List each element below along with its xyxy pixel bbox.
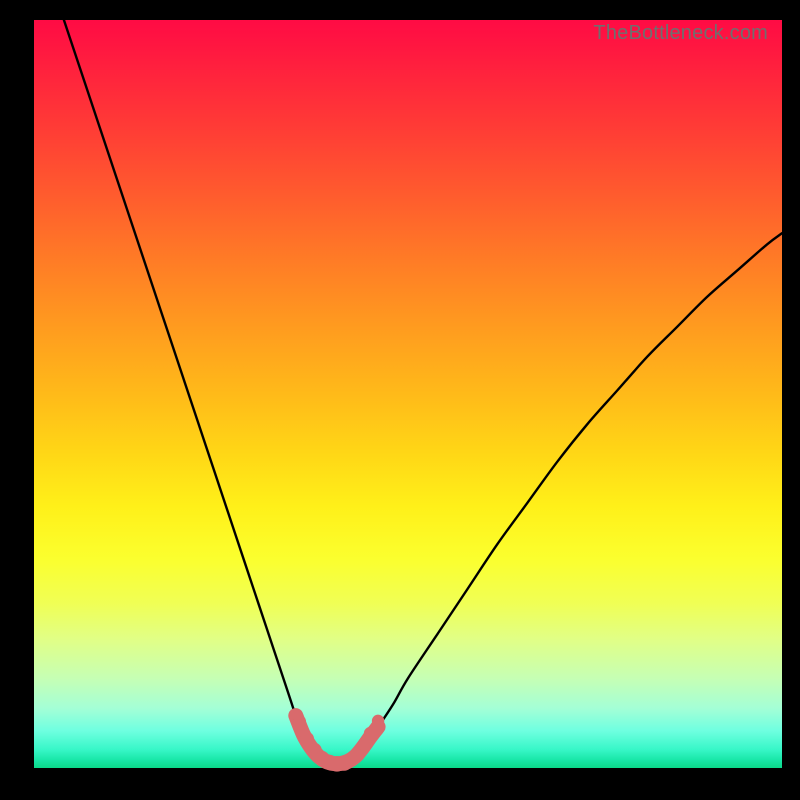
trough-dot — [337, 756, 352, 771]
trough-dot — [293, 715, 306, 728]
trough-dot — [364, 727, 378, 741]
bottleneck-curve — [64, 20, 782, 764]
curve-svg — [34, 20, 782, 768]
plot-area: TheBottleneck.com — [34, 20, 782, 768]
chart-frame: TheBottleneck.com — [0, 0, 800, 800]
trough-dot — [372, 715, 384, 727]
